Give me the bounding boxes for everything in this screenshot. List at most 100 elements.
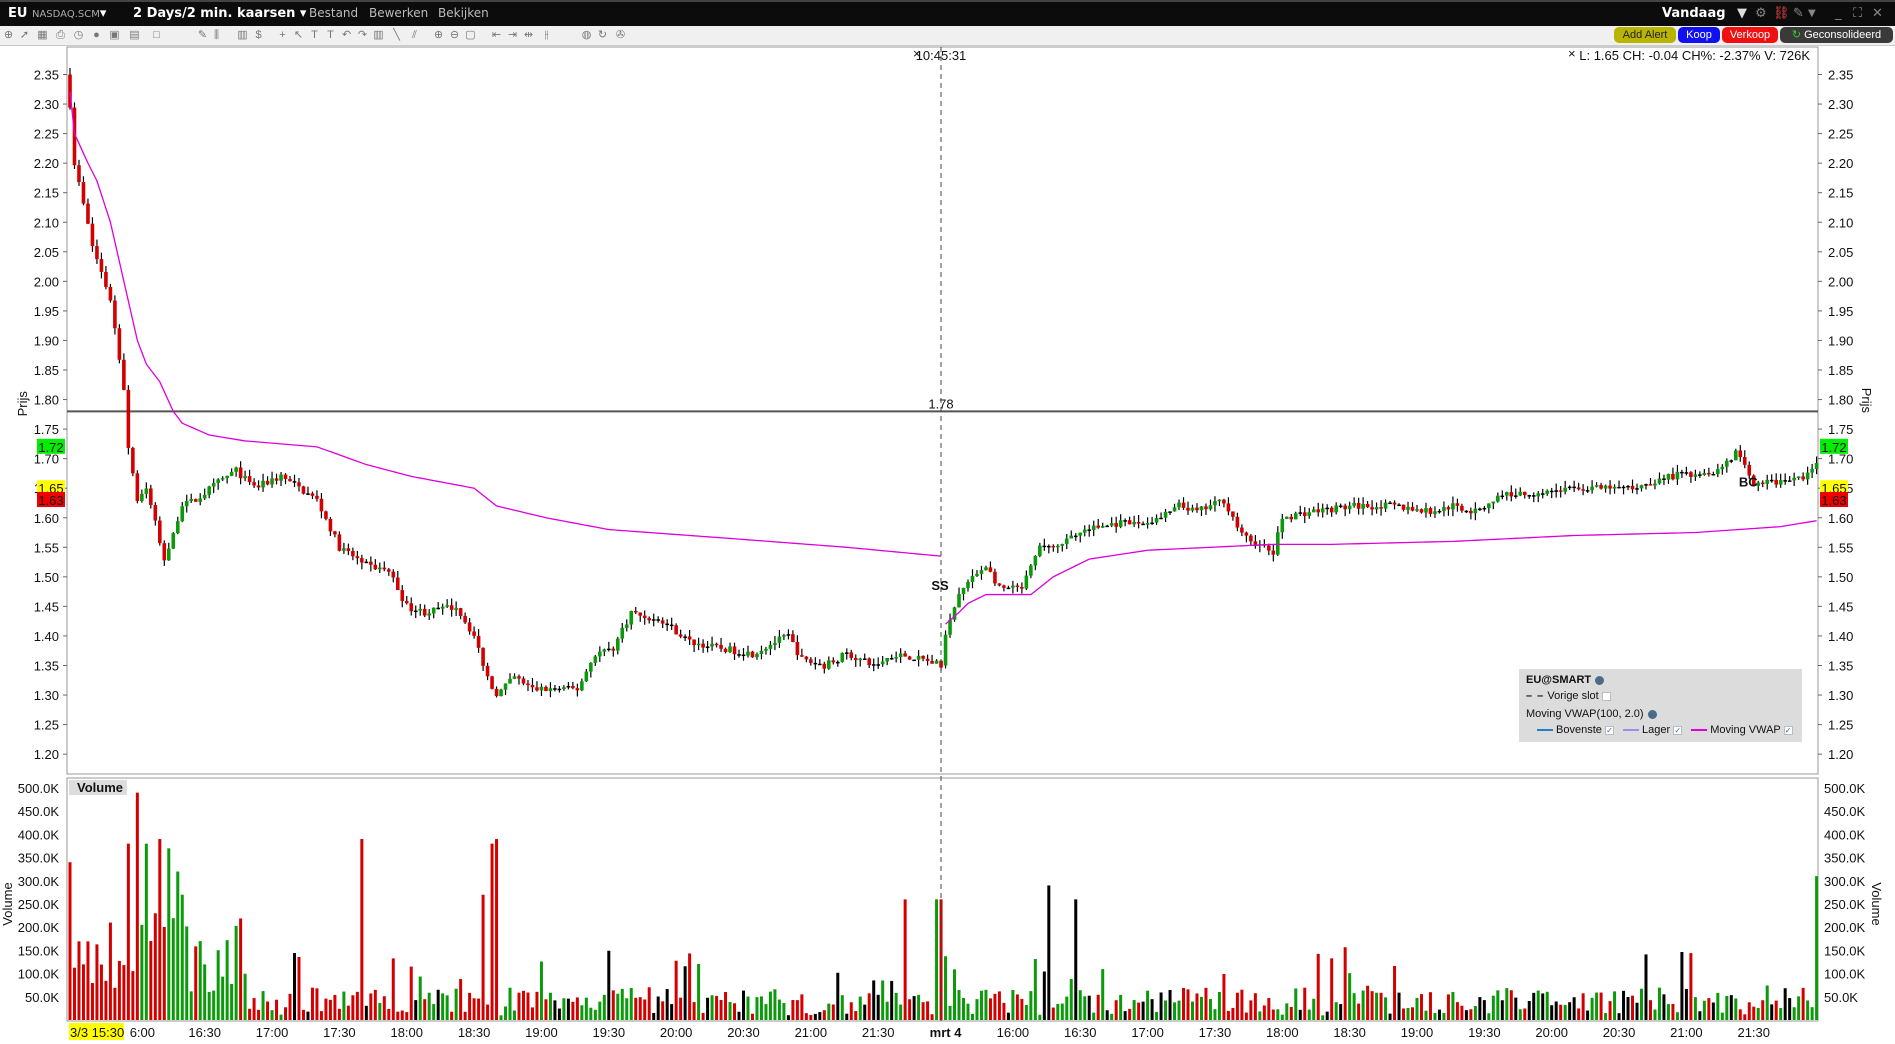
zoom-in-icon[interactable]: ⊕ [432,29,445,42]
candle-body [642,615,647,619]
bovenste-checkbox[interactable]: ✓ [1604,725,1614,735]
volume-bar [117,960,121,1020]
layout-icon[interactable]: ▣ [108,29,121,42]
line-icon[interactable]: ╲ [390,29,403,42]
period-selector[interactable]: 2 Days/2 min. kaarsen ▾ [133,6,306,21]
chart-type-icon[interactable]: ▤ [128,29,141,42]
candle-body [858,658,863,661]
chart-canvas[interactable]: 2.35 2.35 2.30 2.30 2.25 2.25 2.20 2.20 2.15 2.15… [0,46,1895,1044]
print-icon[interactable]: ⎙ [54,29,67,42]
volume-axis-title-left: Volume [0,882,15,925]
globe-icon[interactable] [1595,675,1605,685]
volume-bar [521,990,525,1020]
candle-body [1567,486,1572,489]
volume-bar [988,998,992,1020]
menu-bekijken[interactable]: Bekijken [438,6,489,20]
globe-icon[interactable]: ◍ [580,29,593,42]
volume-bar [674,960,678,1020]
menu-bewerken[interactable]: Bewerken [369,6,428,20]
volume-tick-label: 300.0K [1824,874,1866,889]
time-label: 20:00 [660,1025,693,1040]
volume-icon[interactable]: ▥ [236,29,249,42]
study-icon[interactable]: ▥ [372,29,385,42]
text-icon[interactable]: T [308,29,321,42]
pointer-icon[interactable]: ➚ [18,29,31,42]
globe-icon[interactable] [1647,709,1657,719]
time-label: 21:00 [795,1025,828,1040]
vwap-checkbox[interactable]: ✓ [1783,725,1793,735]
volume-bar [266,1001,270,1020]
candle-body [1199,506,1204,511]
sell-button[interactable]: Verkoop [1722,27,1778,43]
range-selector[interactable]: Vandaag [1662,6,1726,21]
volume-bar [391,958,395,1020]
volume-bar [786,1015,790,1020]
candle-body [737,654,741,656]
prev-close-checkbox[interactable] [1601,691,1611,701]
gear-icon[interactable]: ⚙ [1755,6,1767,21]
pan-left-icon[interactable]: ⇤ [490,29,503,42]
candle-body [418,608,423,611]
volume-bar [1235,992,1239,1020]
add-alert-button[interactable]: Add Alert [1614,27,1676,43]
volume-bar [1195,993,1199,1020]
grid-icon[interactable]: ▦ [36,29,49,42]
undo-icon[interactable]: ↶ [340,29,353,42]
circle-icon[interactable]: ● [90,29,103,42]
symbol-selector[interactable]: EU NASDAQ.SCM▾ [8,6,106,21]
volume-bar [1393,966,1397,1020]
fit-icon[interactable]: ▢ [464,29,477,42]
candle-body [1293,513,1298,520]
cross-icon[interactable]: + [276,29,289,42]
bar-icon[interactable]: ⫼ [210,29,223,42]
volume-bar [539,961,543,1020]
pin-dropdown-icon[interactable]: ▼ [1808,8,1816,19]
candle-body [207,486,211,495]
volume-bar [1774,1000,1778,1020]
price-tick-label: 2.25 [34,127,59,142]
volume-bar [1334,1002,1338,1020]
lager-checkbox[interactable]: ✓ [1673,725,1683,735]
wrench-icon[interactable]: ✇ [614,29,627,42]
candle-body [360,558,364,563]
candle-body [1038,545,1042,556]
candle-body [1460,505,1464,511]
zoom-out-icon[interactable]: ⊖ [448,29,461,42]
blank-icon[interactable]: □ [150,29,163,42]
cursor-icon[interactable]: ↖ [292,29,305,42]
link-icon[interactable]: ⛓ [1773,6,1790,21]
buy-button[interactable]: Koop [1678,27,1720,43]
volume-bar [670,1004,674,1020]
pan-right-icon[interactable]: ⇥ [506,29,519,42]
crosshair-icon[interactable]: ⊕ [2,29,15,42]
clock-icon[interactable]: ◷ [72,29,85,42]
candle-body [1060,544,1065,546]
text-tag-icon[interactable]: T [324,29,337,42]
volume-bar [355,991,359,1020]
pencil-icon[interactable]: ✎ [196,29,209,42]
volume-bar [432,1004,436,1020]
split-icon[interactable]: ⫲ [540,29,553,42]
volume-bar [90,983,94,1020]
maximize-icon[interactable]: ⛶ [1853,6,1862,21]
refresh-icon[interactable]: ↻ [596,29,609,42]
fib-icon[interactable]: ⫽ [408,29,421,42]
close-icon[interactable]: ✕ [1872,6,1883,21]
minimize-icon[interactable]: _ [1835,6,1842,21]
dropdown-icon[interactable]: ▼ [1737,6,1747,21]
volume-bar [1729,995,1733,1020]
volume-bar [414,1000,418,1020]
volume-bar [1747,1002,1751,1020]
menu-bestand[interactable]: Bestand [309,6,358,20]
volume-bar [1518,1009,1522,1020]
volume-bar [679,997,683,1020]
redo-icon[interactable]: ↷ [356,29,369,42]
candle-body [1805,472,1810,480]
pan-icon[interactable]: ⇹ [522,29,535,42]
volume-bar [1038,1014,1042,1020]
candle-body [1276,532,1280,555]
pin-icon[interactable]: ✎ [1793,6,1804,21]
consolidated-button[interactable]: ↻ Geconsolideerd [1780,27,1893,43]
time-label: 16:30 [1064,1025,1097,1040]
dollar-icon[interactable]: $ [252,29,265,42]
